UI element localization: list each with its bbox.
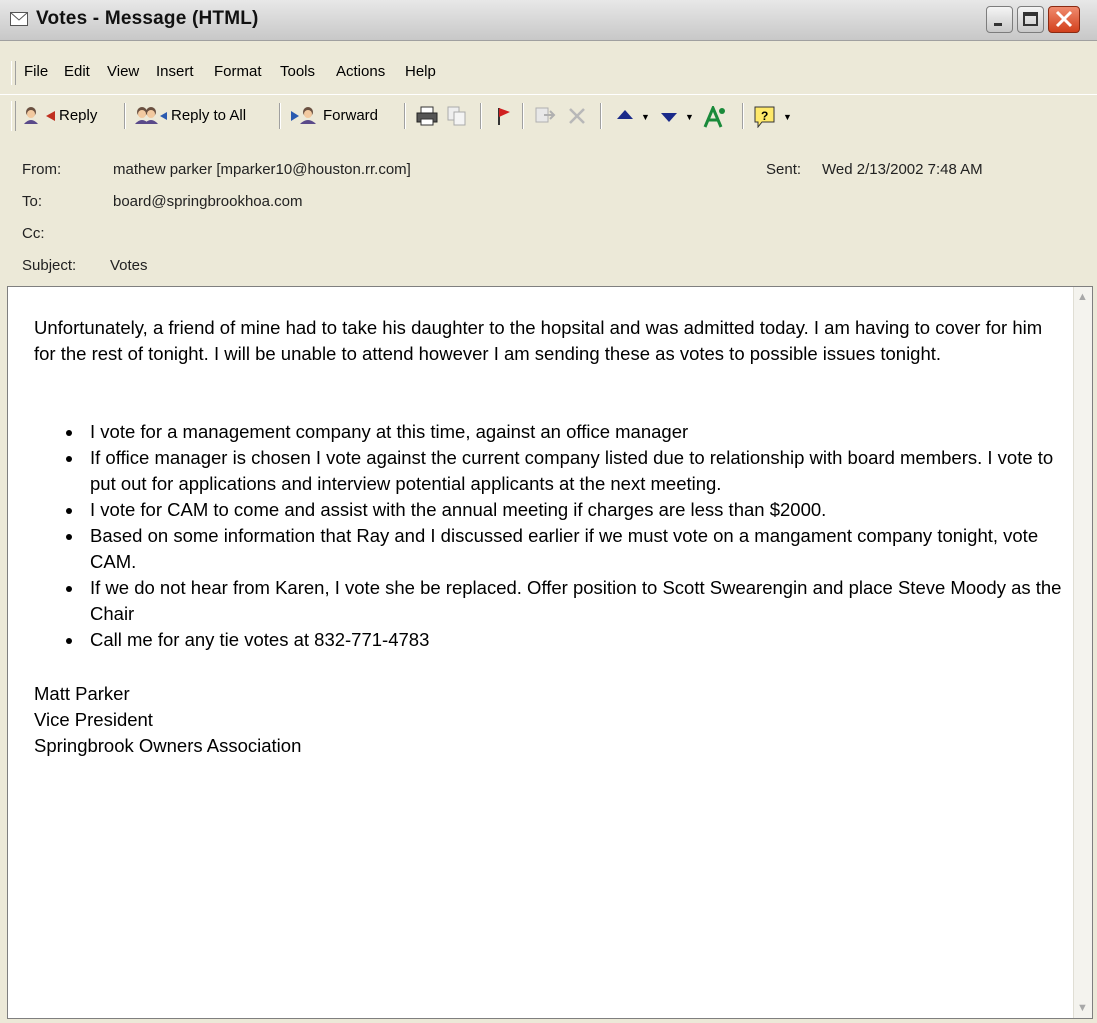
minimize-button[interactable] bbox=[986, 6, 1013, 33]
reply-label: Reply bbox=[59, 106, 98, 124]
reply-all-button[interactable]: Reply to All bbox=[134, 102, 246, 128]
menu-actions[interactable]: Actions bbox=[336, 63, 385, 80]
scroll-up-icon[interactable]: ▲ bbox=[1077, 291, 1088, 303]
forward-label: Forward bbox=[323, 106, 379, 124]
list-item: I vote for CAM to come and assist with t… bbox=[84, 497, 1064, 523]
sent-value: Wed 2/13/2002 7:48 AM bbox=[822, 161, 983, 178]
menu-grip[interactable] bbox=[11, 61, 16, 85]
from-value[interactable]: mathew parker [mparker10@houston.rr.com] bbox=[113, 161, 411, 178]
reply-icon bbox=[24, 107, 55, 124]
list-item: If office manager is chosen I vote again… bbox=[84, 445, 1064, 497]
toolbar-separator bbox=[124, 103, 126, 129]
toolbar-separator bbox=[522, 103, 524, 129]
title-bar[interactable]: Votes - Message (HTML) bbox=[0, 0, 1097, 41]
message-header: From: mathew parker [mparker10@houston.r… bbox=[0, 136, 1097, 286]
forward-button[interactable]: Forward bbox=[290, 102, 378, 128]
print-icon[interactable] bbox=[416, 106, 438, 126]
list-item: If we do not hear from Karen, I vote she… bbox=[84, 575, 1064, 627]
toolbar-grip[interactable] bbox=[11, 101, 16, 131]
menu-bar: File Edit View Insert Format Tools Actio… bbox=[0, 61, 1097, 87]
intro-paragraph: Unfortunately, a friend of mine had to t… bbox=[34, 317, 1043, 364]
menu-view[interactable]: View bbox=[107, 63, 139, 80]
message-window: Votes - Message (HTML) File Edit View In… bbox=[0, 0, 1097, 1023]
menu-file[interactable]: File bbox=[24, 63, 48, 80]
cc-label: Cc: bbox=[22, 225, 45, 242]
menu-format[interactable]: Format bbox=[214, 63, 262, 80]
toolbar-separator bbox=[279, 103, 281, 129]
window-title: Votes - Message (HTML) bbox=[36, 8, 259, 29]
help-icon[interactable]: ? bbox=[754, 106, 776, 128]
move-icon[interactable] bbox=[534, 106, 556, 126]
close-button[interactable] bbox=[1048, 6, 1080, 33]
from-label: From: bbox=[22, 161, 62, 178]
close-icon bbox=[1055, 10, 1073, 28]
signature-title: Vice President bbox=[34, 709, 153, 730]
reply-all-label: Reply to All bbox=[171, 106, 247, 124]
list-item: Based on some information that Ray and I… bbox=[84, 523, 1064, 575]
message-body-pane[interactable]: Unfortunately, a friend of mine had to t… bbox=[7, 286, 1093, 1019]
vote-list: I vote for a management company at this … bbox=[34, 419, 1064, 653]
toolbar-separator bbox=[480, 103, 482, 129]
maximize-icon bbox=[1023, 12, 1038, 26]
maximize-button[interactable] bbox=[1017, 6, 1044, 33]
forward-icon bbox=[291, 107, 316, 124]
envelope-icon bbox=[10, 12, 28, 26]
standard-toolbar: Reply Reply to All Forward ▼ ▼ ? ▼ bbox=[0, 94, 1097, 137]
reply-button[interactable]: Reply bbox=[22, 102, 97, 128]
svg-text:?: ? bbox=[761, 109, 768, 123]
copy-icon[interactable] bbox=[447, 106, 467, 126]
menu-help[interactable]: Help bbox=[405, 63, 436, 80]
signature-name: Matt Parker bbox=[34, 683, 130, 704]
signature: Matt Parker Vice President Springbrook O… bbox=[34, 681, 1064, 759]
subject-value: Votes bbox=[110, 257, 148, 274]
list-item: I vote for a management company at this … bbox=[84, 419, 1064, 445]
signature-org: Springbrook Owners Association bbox=[34, 735, 302, 756]
toolbar-separator bbox=[600, 103, 602, 129]
list-item: Call me for any tie votes at 832-771-478… bbox=[84, 627, 1064, 653]
toolbar-separator bbox=[404, 103, 406, 129]
menu-edit[interactable]: Edit bbox=[64, 63, 90, 80]
menu-tools[interactable]: Tools bbox=[280, 63, 315, 80]
address-book-icon[interactable] bbox=[703, 106, 727, 128]
subject-label: Subject: bbox=[22, 257, 77, 274]
scroll-down-icon[interactable]: ▼ bbox=[1077, 1002, 1088, 1014]
next-item-icon[interactable] bbox=[660, 106, 678, 126]
chevron-down-icon[interactable]: ▼ bbox=[641, 112, 650, 122]
flag-icon[interactable] bbox=[494, 106, 512, 126]
delete-icon[interactable] bbox=[567, 106, 587, 126]
to-label: To: bbox=[22, 193, 43, 210]
to-value[interactable]: board@springbrookhoa.com bbox=[113, 193, 303, 210]
message-body: Unfortunately, a friend of mine had to t… bbox=[34, 315, 1064, 759]
chevron-down-icon[interactable]: ▼ bbox=[685, 112, 694, 122]
minimize-icon bbox=[994, 23, 1002, 26]
chevron-down-icon[interactable]: ▼ bbox=[783, 112, 792, 122]
previous-item-icon[interactable] bbox=[616, 106, 634, 126]
reply-all-icon bbox=[135, 107, 167, 124]
toolbar-separator bbox=[742, 103, 744, 129]
menu-insert[interactable]: Insert bbox=[156, 63, 194, 80]
sent-label: Sent: bbox=[766, 161, 802, 178]
vertical-scrollbar[interactable]: ▲ ▼ bbox=[1073, 287, 1092, 1018]
